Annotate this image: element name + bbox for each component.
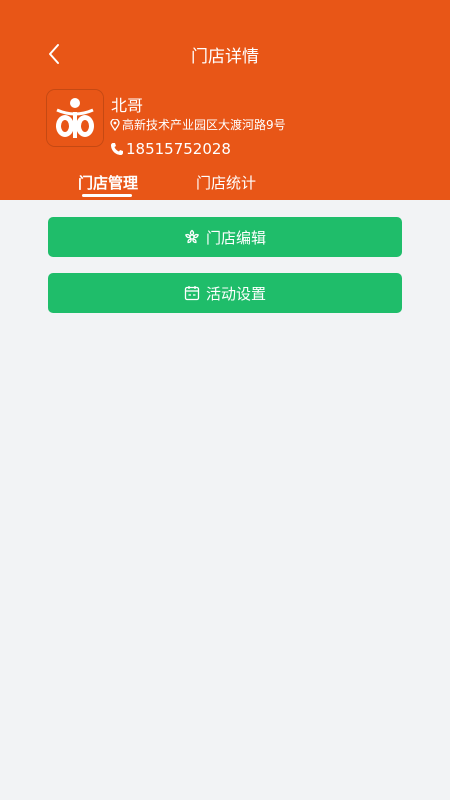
store-phone-text: 18515752028: [126, 140, 231, 158]
store-address: 高新技术产业园区大渡河路9号: [110, 116, 286, 133]
tab-store-management[interactable]: 门店管理: [78, 172, 138, 193]
tab-store-statistics[interactable]: 门店统计: [196, 172, 256, 193]
calendar-icon: [184, 286, 200, 301]
activity-settings-label: 活动设置: [205, 284, 266, 303]
page-title: 门店详情: [191, 47, 259, 67]
store-address-text: 高新技术产业园区大渡河路9号: [122, 118, 286, 132]
active-tab-indicator: [82, 194, 132, 197]
store-name: 北哥: [111, 96, 144, 115]
store-logo: [47, 90, 103, 146]
tab-bar: 门店管理 门店统计: [0, 170, 450, 200]
store-edit-label: 门店编辑: [205, 228, 266, 247]
location-pin-icon: [110, 118, 120, 131]
header-bar: 门店详情 北哥 高新技术产业园区大渡河路9号 18515752028 门店管理 …: [0, 0, 450, 200]
store-edit-button[interactable]: 门店编辑: [48, 217, 402, 257]
flower-settings-icon: [185, 229, 199, 244]
activity-settings-button[interactable]: 活动设置: [48, 273, 402, 313]
store-phone[interactable]: 18515752028: [110, 140, 231, 158]
phone-icon: [111, 143, 123, 155]
